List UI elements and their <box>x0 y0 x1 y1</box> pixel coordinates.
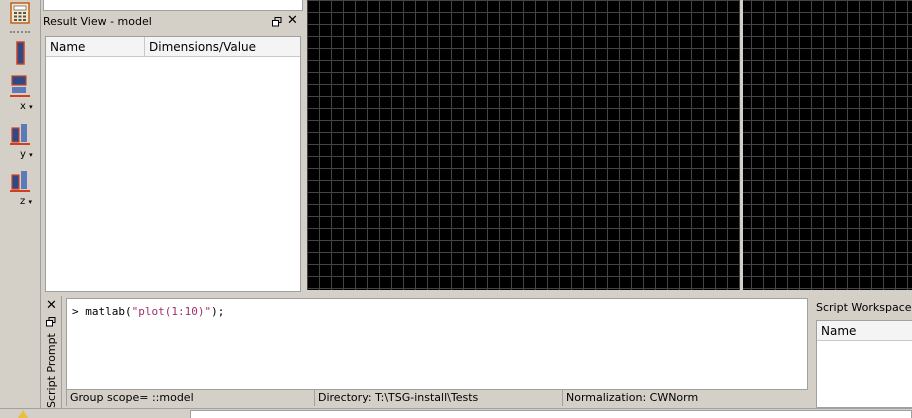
x-view-icon[interactable] <box>10 74 30 98</box>
plot-canvas[interactable] <box>307 0 912 290</box>
command-string-literal: "plot(1:10)" <box>131 305 212 318</box>
status-directory: Directory: T:\TSG-install\Tests <box>314 390 562 406</box>
command-suffix: ); <box>211 305 225 318</box>
chevron-down-icon: ▾ <box>28 198 32 206</box>
result-view-titlebar: Result View - model ✕ <box>41 13 303 31</box>
script-prompt-sidebar: ✕ Script Prompt <box>41 296 62 409</box>
close-icon[interactable]: ✕ <box>46 298 57 313</box>
status-normalization: Normalization: CWNorm <box>562 390 808 406</box>
left-toolbar: x ▾ y ▾ z ▾ <box>0 0 41 417</box>
result-view-title: Result View - model <box>43 15 152 28</box>
float-window-icon[interactable] <box>46 317 56 327</box>
script-workspace-table: Name <box>816 320 912 408</box>
z-axis-dropdown[interactable]: z ▾ <box>20 196 32 207</box>
y-view-icon[interactable] <box>10 122 30 146</box>
column-header-name[interactable]: Name <box>46 37 145 57</box>
chevron-down-icon: ▾ <box>29 151 33 159</box>
toolbar-separator <box>10 31 30 33</box>
prompt-symbol: > <box>72 305 79 318</box>
script-prompt-title: Script Prompt <box>45 333 58 408</box>
column-header-dimensions[interactable]: Dimensions/Value <box>145 37 300 57</box>
y-axis-label: y <box>20 149 26 160</box>
status-bar: Group scope= ::model Directory: T:\TSG-i… <box>66 390 808 406</box>
command-line: > matlab("plot(1:10)"); <box>72 305 224 318</box>
y-axis-dropdown[interactable]: y ▾ <box>20 149 33 160</box>
script-workspace-title: Script Workspace <box>812 298 912 318</box>
command-prefix: matlab( <box>85 305 132 318</box>
status-group-scope: Group scope= ::model <box>66 390 314 406</box>
calculator-icon[interactable] <box>10 2 30 24</box>
plot-divider[interactable] <box>740 0 743 290</box>
float-window-icon[interactable] <box>272 17 282 27</box>
x-axis-dropdown[interactable]: x ▾ <box>20 101 33 112</box>
chevron-down-icon: ▾ <box>29 103 33 111</box>
result-view-top-strip <box>43 0 303 11</box>
column-header-name[interactable]: Name <box>817 321 912 341</box>
close-icon[interactable]: ✕ <box>287 13 298 28</box>
z-view-icon[interactable] <box>10 169 30 193</box>
z-axis-label: z <box>20 196 26 207</box>
bar-view-icon[interactable] <box>10 40 30 66</box>
x-axis-label: x <box>20 101 26 112</box>
script-prompt-editor[interactable]: > matlab("plot(1:10)"); <box>66 298 808 390</box>
result-view-table: Name Dimensions/Value <box>45 36 301 292</box>
